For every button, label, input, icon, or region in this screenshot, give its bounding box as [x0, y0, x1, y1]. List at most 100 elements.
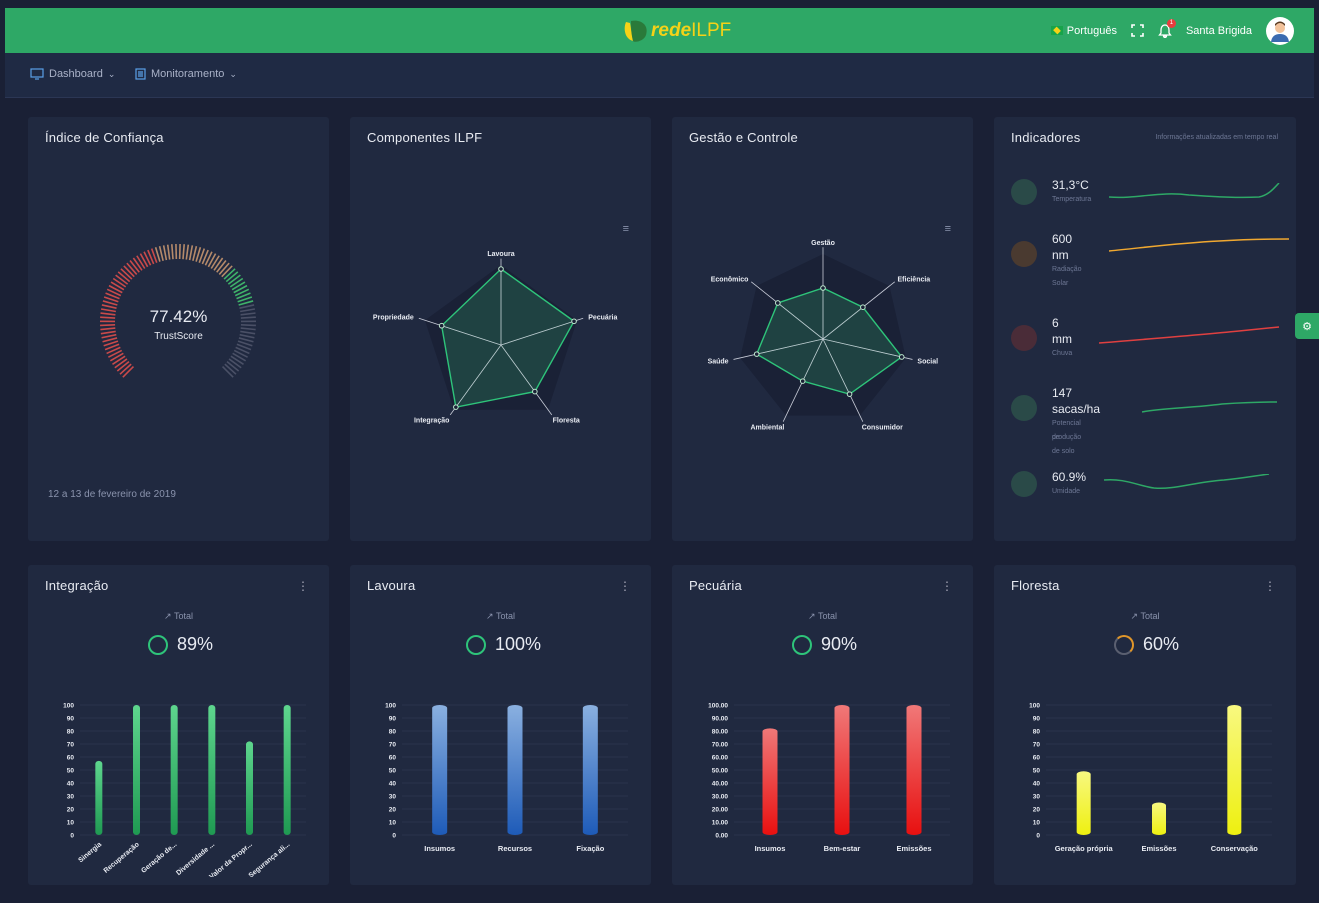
x-tick-label: Insumos [424, 844, 455, 853]
bar[interactable] [283, 705, 291, 835]
y-tick-label: 40 [1033, 781, 1041, 788]
sparkline-path [1142, 401, 1278, 413]
bar[interactable] [208, 705, 216, 835]
x-tick-label: Recursos [498, 844, 532, 853]
gauge-tick [225, 271, 239, 283]
bar[interactable] [834, 705, 850, 835]
bar[interactable] [1152, 802, 1166, 836]
radar-axis-label: Gestão [811, 240, 835, 247]
bar[interactable] [762, 728, 778, 835]
radar-axis-label: Integração [414, 417, 449, 424]
x-tick-label: Recuperação [103, 841, 141, 875]
chart-card-1: Lavoura ⋮ ↗ Total 100% 0 10 20 30 40 50 60 70 80 90 10… [350, 565, 651, 885]
bar[interactable] [507, 705, 523, 835]
gauge-tick [122, 365, 135, 378]
nav-dashboard[interactable]: Dashboard ⌄ [30, 68, 115, 80]
logo[interactable]: rede ILPF [623, 18, 731, 44]
language-selector[interactable]: Português [1050, 25, 1117, 37]
radar-point[interactable] [571, 318, 577, 325]
more-options-icon[interactable]: ⋮ [297, 579, 309, 593]
radar-point[interactable] [498, 266, 504, 272]
gauge-tick [227, 274, 241, 285]
bar[interactable] [133, 705, 140, 835]
fullscreen-icon[interactable] [1131, 24, 1144, 37]
gauge-tick [129, 259, 140, 273]
more-options-icon[interactable]: ⋮ [619, 579, 631, 593]
y-tick-label: 60 [389, 755, 397, 762]
x-tick-label: Geração própria [1055, 844, 1114, 853]
bar[interactable] [246, 741, 253, 835]
gauge-tick [226, 360, 240, 372]
nav-monitoramento[interactable]: Monitoramento ⌄ [135, 68, 237, 80]
trend-icon: ↗ [486, 611, 496, 621]
indicator-label: Radiação [1052, 266, 1082, 273]
notification-badge: 1 [1166, 18, 1176, 28]
x-tick-label: Sinergia [77, 841, 103, 864]
indicator-value: 600 [1052, 232, 1073, 246]
total-percentage: 90% [821, 634, 858, 654]
radar-axis-label: Floresta [553, 417, 580, 424]
x-tick-label: Emissões [896, 844, 931, 853]
y-tick-label: 10 [67, 820, 75, 827]
avatar[interactable] [1266, 16, 1294, 45]
indicator-label: Umidade [1052, 488, 1081, 495]
gauge-tick [116, 360, 130, 372]
x-tick-label: Fixação [576, 844, 604, 853]
y-tick-label: 10 [389, 820, 397, 827]
trend-icon: ↗ [164, 611, 174, 621]
bar-chart: 0 10 20 30 40 50 60 70 80 90 100 Geração própria Emi… [1029, 703, 1272, 853]
bar[interactable] [582, 705, 598, 835]
progress-ring-icon [148, 635, 168, 655]
y-tick-label: 10 [1033, 820, 1041, 827]
card-title: Pecuária [689, 578, 742, 593]
radar-point[interactable] [820, 285, 826, 291]
more-options-icon[interactable]: ⋮ [1264, 579, 1276, 593]
y-tick-label: 0.00 [715, 833, 728, 840]
radar-point[interactable] [453, 404, 459, 410]
radar-point[interactable] [860, 304, 866, 311]
indicator-circle-icon [1011, 325, 1037, 351]
radar-point[interactable] [799, 378, 806, 384]
card-title: Integração [45, 578, 109, 593]
radar-point[interactable] [438, 322, 445, 329]
user-name[interactable]: Santa Brigida [1186, 25, 1252, 37]
indicator-circle-icon [1011, 241, 1037, 267]
bar[interactable] [906, 705, 922, 835]
radar-point[interactable] [898, 354, 905, 360]
sub-navigation: Dashboard ⌄ Monitoramento ⌄ [5, 53, 1314, 98]
x-tick-label: Conservação [1211, 844, 1259, 853]
bar[interactable] [1076, 771, 1091, 835]
chart-card-2: Pecuária ⋮ ↗ Total 90% 0.00 10.00 20.00 30.00 40… [672, 565, 973, 885]
notifications-button[interactable]: 1 [1158, 18, 1176, 38]
total-percentage: 100% [495, 634, 542, 654]
indicator-value: 60.9% [1052, 470, 1087, 484]
radar-point[interactable] [753, 351, 760, 357]
radar-point[interactable] [846, 391, 853, 397]
total-label-text: Total [495, 611, 515, 621]
logo-text-rede: rede [651, 20, 692, 41]
gauge-tick [171, 244, 174, 260]
chevron-down-icon: ⌄ [229, 68, 237, 79]
total-label: ↗ Total [994, 611, 1296, 622]
bar[interactable] [170, 705, 178, 835]
bar[interactable] [1227, 705, 1242, 835]
x-tick-label: Diversidade ... [175, 841, 216, 877]
radar-axis-label: Econômico [711, 277, 749, 284]
more-options-icon[interactable]: ⋮ [941, 579, 953, 593]
total-label: ↗ Total [672, 611, 973, 622]
indicator-label: Temperatura [1052, 196, 1092, 203]
settings-side-button[interactable]: ⚙ [1295, 313, 1319, 339]
indicator-sparkline [1109, 183, 1280, 199]
y-tick-label: 40 [67, 781, 75, 788]
bar[interactable] [95, 760, 103, 835]
bar[interactable] [432, 705, 448, 835]
x-tick-label: Segurança ali... [248, 841, 292, 877]
gauge-tick [136, 255, 146, 269]
radar-point[interactable] [532, 388, 538, 395]
gauge-tick [114, 358, 128, 369]
radar-point[interactable] [775, 300, 781, 306]
indicator-value: 31,3°C [1052, 178, 1089, 192]
indicator-value: sacas/ha [1052, 402, 1101, 416]
document-icon [135, 68, 146, 80]
trend-icon: ↗ [808, 611, 818, 621]
